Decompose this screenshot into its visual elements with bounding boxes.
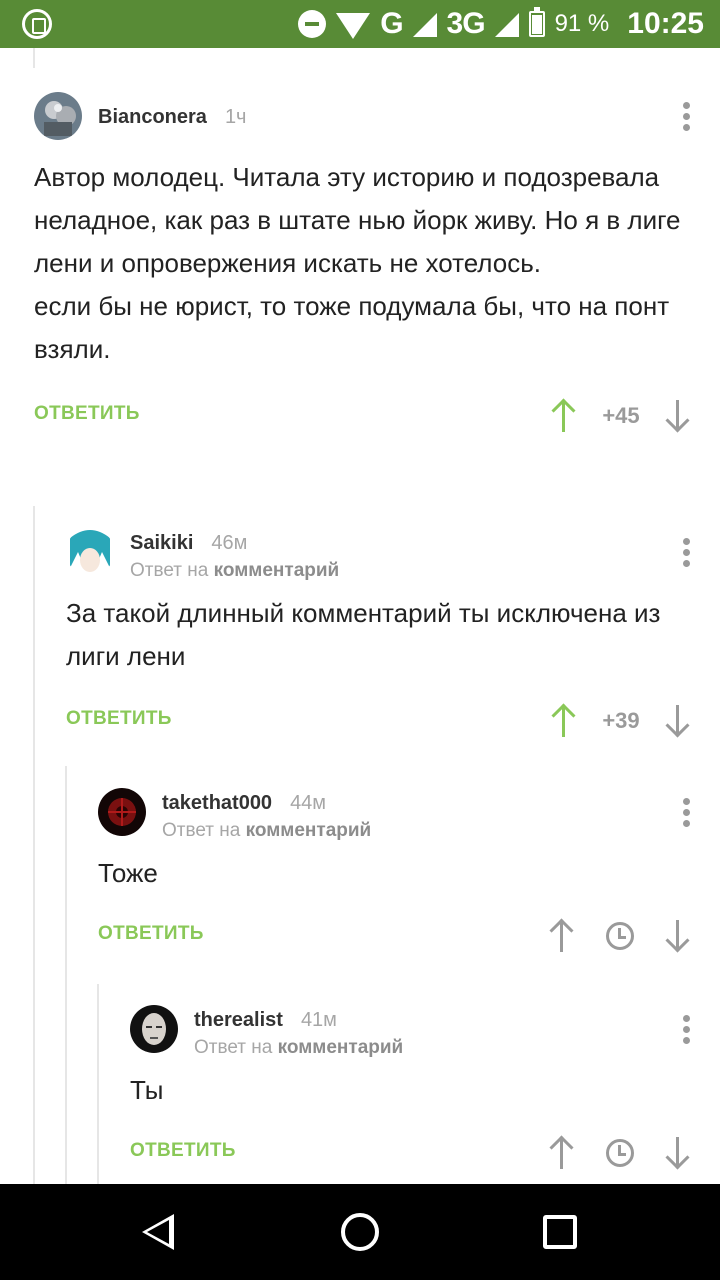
signal-icon: [412, 13, 437, 37]
comment-actions: ОТВЕТИТЬ +45: [34, 391, 692, 441]
avatar[interactable]: [130, 1005, 178, 1053]
thread-line: [97, 984, 99, 1184]
reply-button[interactable]: ОТВЕТИТЬ: [34, 403, 140, 425]
author-name[interactable]: Bianconera 1ч: [98, 106, 246, 129]
reply-to-line: Ответ на комментарий: [130, 560, 340, 581]
reply-to-link[interactable]: комментарий: [246, 820, 372, 841]
avatar[interactable]: [66, 528, 114, 576]
clock-time: 10:25: [627, 7, 704, 40]
more-options-icon[interactable]: [680, 538, 692, 570]
comment-text: Автор молодец. Читала эту историю и подо…: [34, 156, 692, 371]
comment-text-line: За такой длинный комментарий ты исключен…: [66, 598, 661, 671]
battery-icon: [528, 7, 545, 37]
more-options-icon[interactable]: [680, 1015, 692, 1047]
reply-button[interactable]: ОТВЕТИТЬ: [130, 1140, 236, 1162]
comment-time: 1ч: [224, 106, 247, 128]
comment: therealist 41м Ответ на комментарий Ты ОТ…: [130, 1005, 692, 1178]
comment-rating: +45: [602, 403, 640, 428]
reply-to-link[interactable]: комментарий: [278, 1037, 404, 1058]
reply-to-link[interactable]: комментарий: [214, 560, 340, 581]
comment-text-line: Тоже: [98, 858, 158, 888]
more-options-icon[interactable]: [680, 102, 692, 134]
thread-line: [33, 48, 35, 68]
downvote-arrow-icon[interactable]: [664, 918, 692, 954]
upvote-arrow-icon[interactable]: [550, 703, 578, 739]
comment-actions: ОТВЕТИТЬ +39: [66, 696, 692, 746]
battery-percent: 91 %: [554, 10, 610, 37]
comment-time: 44м: [290, 792, 327, 814]
comment-text: Тоже: [98, 852, 692, 895]
comment-text-line: Автор молодец. Читала эту историю и подо…: [34, 162, 681, 364]
navigation-bar: [0, 1184, 720, 1280]
status-bar: G 3G 91 % 10:25: [0, 0, 720, 48]
clock-icon: [606, 922, 634, 950]
comment-actions: ОТВЕТИТЬ: [98, 911, 692, 961]
author-name[interactable]: Saikiki 46м: [130, 532, 247, 555]
avatar[interactable]: [98, 788, 146, 836]
thread-line: [65, 766, 67, 1184]
author-name[interactable]: therealist 41м: [194, 1009, 337, 1032]
back-icon[interactable]: [142, 1214, 174, 1250]
comment-time: 46м: [211, 532, 248, 554]
recent-apps-icon[interactable]: [543, 1215, 577, 1249]
comment-time: 41м: [300, 1009, 337, 1031]
downvote-arrow-icon[interactable]: [664, 1135, 692, 1171]
comment-rating: +39: [602, 708, 640, 733]
downvote-arrow-icon[interactable]: [664, 398, 692, 434]
wifi-icon: [336, 13, 371, 39]
dnd-icon: [298, 10, 327, 38]
upvote-arrow-icon[interactable]: [550, 398, 578, 434]
more-options-icon[interactable]: [680, 798, 692, 830]
signal-icon: [494, 13, 519, 37]
reply-button[interactable]: ОТВЕТИТЬ: [98, 923, 204, 945]
reply-to-line: Ответ на комментарий: [162, 820, 372, 841]
upvote-arrow-icon[interactable]: [548, 1135, 576, 1171]
comment-actions: ОТВЕТИТЬ: [130, 1128, 692, 1178]
downvote-arrow-icon[interactable]: [664, 703, 692, 739]
reply-to-line: Ответ на комментарий: [194, 1037, 404, 1058]
comment-text-line: Ты: [130, 1075, 164, 1105]
comment: Saikiki 46м Ответ на комментарий За такой…: [66, 528, 692, 746]
home-icon[interactable]: [341, 1213, 379, 1251]
clock-icon: [606, 1139, 634, 1167]
app-notification-icon: [22, 9, 52, 39]
network-3g-label: 3G: [446, 7, 486, 40]
author-name[interactable]: takethat000 44м: [162, 792, 326, 815]
comment-text: За такой длинный комментарий ты исключен…: [66, 592, 692, 678]
avatar[interactable]: [34, 92, 82, 140]
comment-text: Ты: [130, 1069, 692, 1112]
comment: takethat000 44м Ответ на комментарий Тоже…: [98, 788, 692, 961]
comment: Bianconera 1ч Автор молодец. Читала эту и…: [34, 92, 692, 441]
upvote-arrow-icon[interactable]: [548, 918, 576, 954]
network-g-label: G: [380, 7, 403, 40]
reply-button[interactable]: ОТВЕТИТЬ: [66, 708, 172, 730]
thread-line: [33, 506, 35, 1184]
